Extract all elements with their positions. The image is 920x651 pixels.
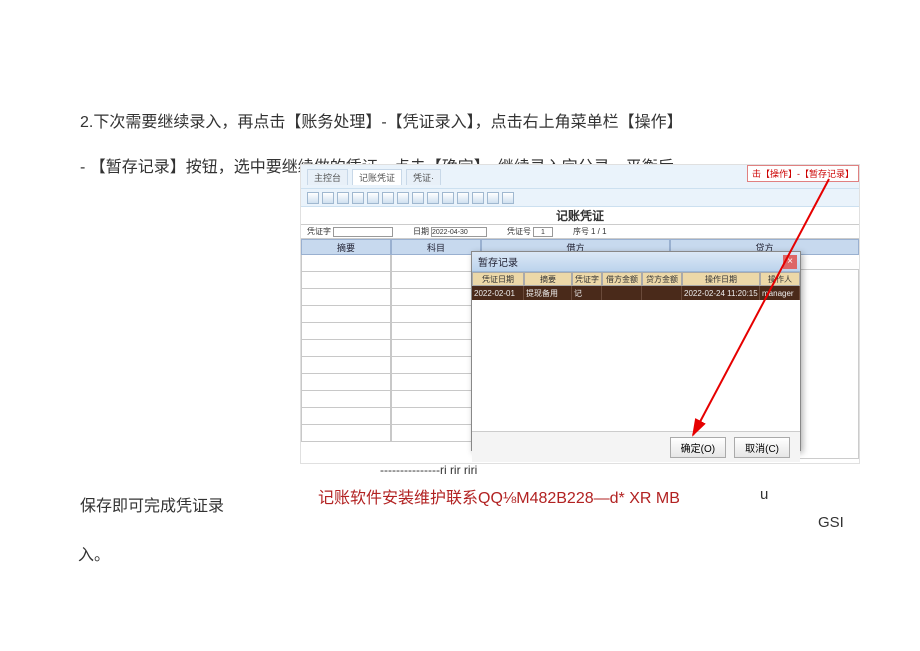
col-abstract: 摘要 — [524, 272, 572, 286]
toolbar-icon[interactable] — [352, 192, 364, 204]
date-label: 日期 — [413, 226, 429, 237]
word-label: 凭证字 — [307, 226, 331, 237]
cell-credit — [642, 286, 682, 300]
toolbar-icon[interactable] — [367, 192, 379, 204]
col-op-date: 操作日期 — [682, 272, 760, 286]
table-row[interactable] — [301, 306, 481, 323]
cell-operator: manager — [760, 286, 800, 300]
cell-opdate: 2022-02-24 11:20:15 — [682, 286, 760, 300]
separator-dashes: ---------------ri rir riri — [380, 463, 477, 477]
cell-word: 记 — [572, 286, 602, 300]
col-date: 凭证日期 — [472, 272, 524, 286]
ok-button[interactable]: 确定(O) — [670, 437, 726, 458]
col-operator: 操作人 — [760, 272, 800, 286]
toolbar-icon[interactable] — [322, 192, 334, 204]
toolbar-icon[interactable] — [397, 192, 409, 204]
instruction-line-1: 2.下次需要继续录入，再点击【账务处理】-【凭证录入】，点击右上角菜单栏【操作】 — [80, 110, 880, 136]
num-label: 凭证号 — [507, 226, 531, 237]
table-row[interactable] — [301, 425, 481, 442]
instruction-save-2: 入。 — [78, 543, 110, 569]
col-word: 凭证字 — [572, 272, 602, 286]
cancel-button[interactable]: 取消(C) — [734, 437, 790, 458]
toolbar-icon[interactable] — [337, 192, 349, 204]
seq-label: 序号 — [573, 226, 589, 237]
dialog-temp-records: 暂存记录 × 凭证日期 摘要 凭证字 借方金额 贷方金额 操作日期 操作人 20… — [471, 251, 801, 451]
table-row[interactable] — [301, 374, 481, 391]
toolbar-icon[interactable] — [412, 192, 424, 204]
contact-info: 记账软件安装维护联系QQ⅛M482B228—d* XR MB — [318, 484, 680, 508]
table-row[interactable] — [301, 340, 481, 357]
toolbar-icon[interactable] — [427, 192, 439, 204]
table-row[interactable] — [301, 408, 481, 425]
menu-hint-badge: 击【操作】-【暂存记录】 — [747, 165, 859, 182]
cell-debit — [602, 286, 642, 300]
dialog-body — [472, 300, 800, 432]
tab-voucher-extra[interactable]: 凭证· — [406, 169, 441, 185]
dialog-title-bar: 暂存记录 × — [472, 252, 800, 272]
table-row[interactable] — [301, 357, 481, 374]
stray-text-gsi: GSI — [818, 514, 844, 531]
seq-value: 1 / 1 — [591, 227, 607, 236]
toolbar — [301, 189, 859, 207]
dialog-columns: 凭证日期 摘要 凭证字 借方金额 贷方金额 操作日期 操作人 — [472, 272, 800, 286]
toolbar-icon[interactable] — [472, 192, 484, 204]
col-account: 科目 — [391, 239, 481, 255]
tab-voucher[interactable]: 记账凭证 — [352, 169, 402, 185]
col-debit-amt: 借方金额 — [602, 272, 642, 286]
close-icon[interactable]: × — [783, 255, 797, 269]
col-abstract: 摘要 — [301, 239, 391, 255]
tab-home[interactable]: 主控台 — [307, 169, 348, 185]
toolbar-icon[interactable] — [487, 192, 499, 204]
voucher-fields: 凭证字 日期 2022-04-30 凭证号 1 序号 1 / 1 — [301, 225, 859, 239]
toolbar-icon[interactable] — [457, 192, 469, 204]
date-input[interactable]: 2022-04-30 — [431, 227, 487, 237]
cell-abstract: 提现备用 — [524, 286, 572, 300]
instruction-save-1: 保存即可完成凭证录 — [80, 494, 224, 520]
num-input[interactable]: 1 — [533, 227, 553, 237]
app-screenshot: 击【操作】-【暂存记录】 主控台 记账凭证 凭证· 记账凭证 凭证字 日期 20… — [300, 164, 860, 464]
cell-date: 2022-02-01 — [472, 286, 524, 300]
table-row[interactable] — [301, 272, 481, 289]
dialog-row-selected[interactable]: 2022-02-01 提现备用 记 2022-02-24 11:20:15 ma… — [472, 286, 800, 300]
table-row[interactable] — [301, 289, 481, 306]
dialog-title: 暂存记录 — [478, 254, 518, 269]
toolbar-icon[interactable] — [307, 192, 319, 204]
col-credit-amt: 贷方金额 — [642, 272, 682, 286]
voucher-title: 记账凭证 — [301, 207, 859, 225]
dialog-buttons: 确定(O) 取消(C) — [472, 432, 800, 462]
table-row[interactable] — [301, 255, 481, 272]
word-input[interactable] — [333, 227, 393, 237]
table-row[interactable] — [301, 391, 481, 408]
stray-text-u: u — [760, 486, 768, 503]
toolbar-icon[interactable] — [382, 192, 394, 204]
toolbar-icon[interactable] — [502, 192, 514, 204]
table-row[interactable] — [301, 323, 481, 340]
toolbar-icon[interactable] — [442, 192, 454, 204]
